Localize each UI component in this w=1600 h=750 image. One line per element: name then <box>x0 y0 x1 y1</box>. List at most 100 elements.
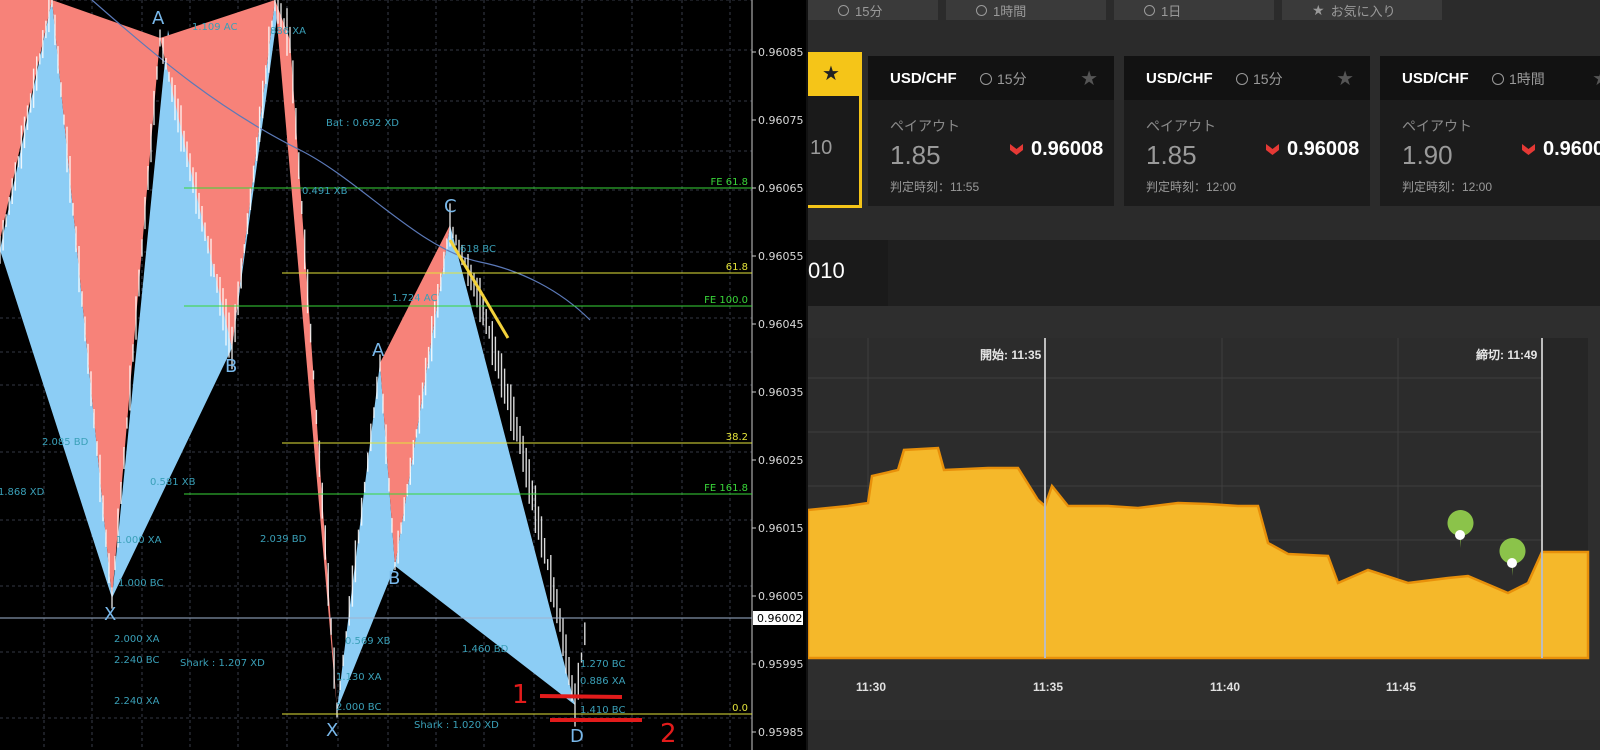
fib-level-label: 61.8 <box>726 262 748 273</box>
tab-label: お気に入り <box>1330 3 1396 19</box>
payout-label: ペイアウト <box>890 118 960 134</box>
payout-label: ペイアウト <box>1146 118 1216 134</box>
clock-icon <box>976 4 987 16</box>
ratio-label: 886 XA <box>270 26 306 37</box>
ratio-label: 0.886 XA <box>580 676 626 687</box>
tab-label: 1日 <box>1161 3 1182 19</box>
clock-icon <box>838 4 849 16</box>
ratio-label: 2.000 XA <box>114 634 160 645</box>
point-a-2: A <box>372 340 385 361</box>
timeframe-label: 1時間 <box>1509 71 1545 87</box>
price-value: 0.96008 <box>1031 138 1104 160</box>
selected-asset-card[interactable]: ★ 10 <box>808 52 862 208</box>
clock-icon <box>1492 73 1504 85</box>
price-value: 0.96008 <box>1543 138 1600 160</box>
price-tick-label: 0.96005 <box>758 590 804 603</box>
judge-time: 判定時刻：12:00 <box>1402 180 1493 194</box>
fib-level-label: 0.0 <box>732 703 748 714</box>
marker-1: 1 <box>512 680 529 710</box>
timeframe-label: 15分 <box>997 71 1027 87</box>
fib-level-label: FE 161.8 <box>704 483 748 494</box>
fib-level-label: 38.2 <box>726 432 748 443</box>
point-c: C <box>444 196 457 217</box>
asset-title-panel: 010 <box>808 240 888 306</box>
tab-1hour[interactable]: 1時間 <box>946 0 1106 20</box>
asset-title: 010 <box>808 258 845 283</box>
ratio-label: 1.000 BC <box>118 578 163 589</box>
ratio-label: 1.109 AC <box>192 22 237 33</box>
ratio-label: 2.240 XA <box>114 696 160 707</box>
ratio-label: 2.085 BD <box>42 437 89 448</box>
title-band <box>888 240 1600 306</box>
asset-price: 0.96008 <box>1266 138 1359 161</box>
ratio-label: 2.039 BD <box>260 534 307 545</box>
price-tick-label: 0.96035 <box>758 386 804 399</box>
clock-icon <box>1144 4 1155 16</box>
tab-favorites[interactable]: ★ お気に入り <box>1282 0 1442 20</box>
judge-time: 判定時刻：11:55 <box>890 180 980 194</box>
payout-value: 1.85 <box>1146 140 1197 170</box>
selected-card-value: 10 <box>810 137 833 159</box>
price-tick-label: 0.96085 <box>758 46 804 59</box>
tab-label: 1時間 <box>993 3 1027 19</box>
price-area-chart <box>808 338 1590 660</box>
ratio-label: 1.130 XA <box>336 672 382 683</box>
down-arrow-icon <box>1522 144 1535 155</box>
down-arrow-icon <box>1266 144 1279 155</box>
asset-card[interactable]: USD/CHF 15分 ★ ペイアウト 1.85 0.96008 判定時刻：11… <box>868 56 1114 206</box>
point-d: D <box>570 726 584 747</box>
ratio-label: 2.240 BC <box>114 655 159 666</box>
star-icon[interactable]: ★ <box>1080 66 1098 91</box>
ratio-label: 1.868 XD <box>0 487 45 498</box>
payout-label: ペイアウト <box>1402 118 1472 134</box>
deadline-label: 締切: 11:49 <box>1476 348 1538 362</box>
ratio-label: 1.270 BC <box>580 659 625 670</box>
payout-value: 1.90 <box>1402 140 1453 170</box>
ratio-label: Shark : 1.207 XD <box>180 658 265 669</box>
asset-timeframe: 15分 <box>980 69 1027 89</box>
x-tick-label: 11:45 <box>1386 680 1417 694</box>
star-icon[interactable]: ★ <box>822 61 840 86</box>
ratio-label: 0.581 XB <box>150 477 196 488</box>
marker-2: 2 <box>660 719 677 749</box>
price-tick-label: 0.95985 <box>758 726 804 739</box>
current-price-label: 0.96002 <box>757 612 803 625</box>
asset-price: 0.96008 <box>1522 138 1600 161</box>
point-b-2: B <box>388 568 400 589</box>
down-arrow-icon <box>1010 144 1023 155</box>
ratio-label: 1.724 AC <box>392 293 437 304</box>
clock-icon <box>1236 73 1248 85</box>
fib-level-label: FE 61.8 <box>710 177 748 188</box>
ratio-label: 618 BC <box>460 244 496 255</box>
price-tick-label: 0.96065 <box>758 182 804 195</box>
point-x-2: X <box>326 720 338 741</box>
asset-card[interactable]: USD/CHF 1時間 ★ ペイアウト 1.90 0.96008 判定時刻：12… <box>1380 56 1600 206</box>
tab-15min[interactable]: 15分 <box>808 0 938 20</box>
point-b-1: B <box>225 356 237 377</box>
point-x-1: X <box>104 604 116 625</box>
clock-icon <box>980 73 992 85</box>
star-icon[interactable]: ★ <box>1592 66 1600 91</box>
star-icon: ★ <box>1312 1 1325 18</box>
point-a-1: A <box>152 8 165 29</box>
harmonic-pattern-chart: 0.96085 0.96075 0.96065 0.96055 0.96045 0.960… <box>0 0 806 750</box>
tab-1day[interactable]: 1日 <box>1114 0 1274 20</box>
fib-level-label: FE 100.0 <box>704 295 748 306</box>
price-tick-label: 0.95995 <box>758 658 804 671</box>
price-tick-label: 0.96055 <box>758 250 804 263</box>
price-tick-label: 0.96045 <box>758 318 804 331</box>
price-chart[interactable]: 開始: 11:35 締切: 11:49 <box>808 306 1600 720</box>
asset-card[interactable]: USD/CHF 15分 ★ ペイアウト 1.85 0.96008 判定時刻：12… <box>1124 56 1370 206</box>
ratio-label: 1.460 BD <box>462 644 509 655</box>
asset-timeframe: 1時間 <box>1492 69 1545 89</box>
ratio-label: 1.000 XA <box>116 535 162 546</box>
judge-time: 判定時刻：12:00 <box>1146 180 1237 194</box>
x-tick-label: 11:35 <box>1033 680 1064 694</box>
x-tick-label: 11:30 <box>856 680 887 694</box>
asset-timeframe: 15分 <box>1236 69 1283 89</box>
price-value: 0.96008 <box>1287 138 1360 160</box>
star-icon[interactable]: ★ <box>1336 66 1354 91</box>
price-tick-label: 0.96015 <box>758 522 804 535</box>
ratio-label: Shark : 1.020 XD <box>414 720 499 731</box>
asset-pair: USD/CHF <box>1402 70 1469 87</box>
